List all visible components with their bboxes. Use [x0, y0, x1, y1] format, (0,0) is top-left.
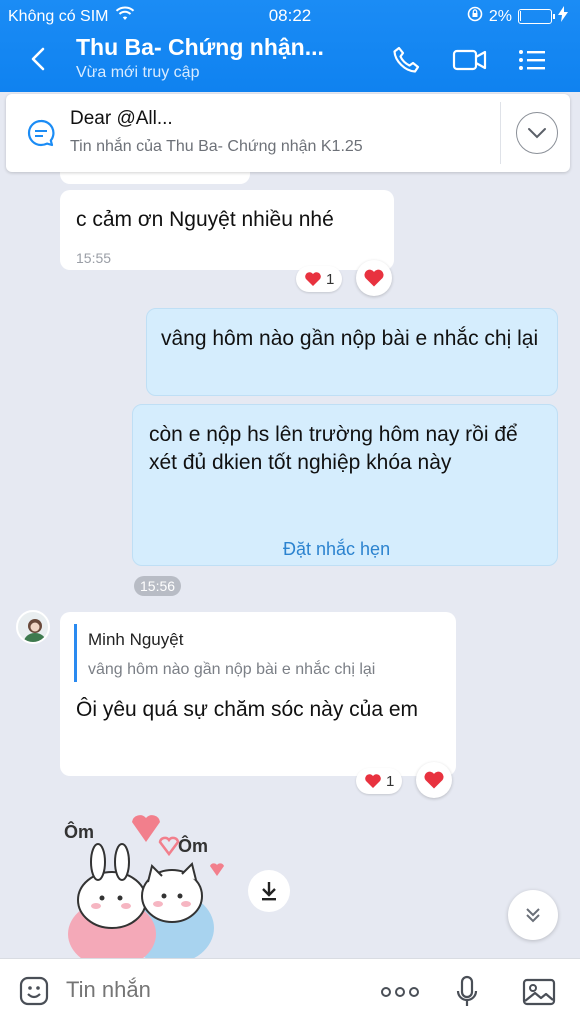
download-icon: [262, 882, 276, 901]
chat-header: Không có SIM 08:22 2% Thu Ba- Chứng nhận…: [0, 0, 580, 92]
video-camera-icon: [452, 49, 487, 71]
sticker-text-right: Ôm: [178, 835, 208, 856]
heart-icon: [305, 272, 321, 286]
call-button[interactable]: [390, 44, 422, 76]
sticker-smiley-icon: [19, 976, 49, 1006]
message-text: vâng hôm nào gần nộp bài e nhắc chị lại: [161, 327, 539, 350]
double-chevron-down-icon: [526, 908, 540, 923]
reaction-count: 1: [326, 270, 335, 288]
heart-icon: [424, 771, 444, 789]
message-text: Ôi yêu quá sự chăm sóc này của em: [76, 698, 419, 721]
battery-level: [520, 11, 521, 21]
message-text: còn e nộp hs lên trường hôm nay rồi để x…: [149, 423, 518, 474]
timestamp-pill: 15:56: [134, 576, 182, 596]
sticker-image[interactable]: Ôm Ôm: [60, 808, 240, 968]
divider: [500, 102, 501, 164]
reaction-summary[interactable]: 1: [356, 768, 403, 794]
status-bar: Không có SIM 08:22 2%: [0, 0, 580, 30]
microphone-icon: [456, 975, 478, 1006]
react-button[interactable]: [416, 762, 452, 798]
emoji-button[interactable]: [18, 975, 50, 1007]
battery-percent: 2%: [488, 7, 512, 25]
scroll-to-bottom-button[interactable]: [508, 890, 558, 940]
message-bubble[interactable]: vâng hôm nào gần nộp bài e nhắc chị lại: [146, 308, 558, 396]
more-options-button[interactable]: [380, 975, 420, 1009]
nav-row: Thu Ba- Chứng nhận... Vừa mới truy cập: [0, 30, 580, 92]
back-button[interactable]: [24, 44, 54, 74]
message-bubble[interactable]: c cảm ơn Nguyệt nhiều nhé 15:55: [60, 190, 394, 270]
message-input[interactable]: [66, 977, 356, 1003]
set-reminder-link[interactable]: Đặt nhắc hẹn: [283, 535, 390, 563]
pinned-title: Dear @All...: [70, 108, 173, 129]
react-button[interactable]: [356, 260, 392, 296]
reaction-count: 1: [386, 772, 395, 790]
expand-pinned-button[interactable]: [516, 112, 558, 154]
quoted-sender: Minh Nguyệt: [88, 630, 184, 649]
chevron-left-icon: [31, 47, 45, 71]
pinned-message-bar[interactable]: Dear @All... Tin nhắn của Thu Ba- Chứng …: [6, 94, 570, 172]
video-call-button[interactable]: [452, 44, 488, 76]
image-icon: [522, 978, 556, 1006]
quote-bar: [74, 624, 77, 682]
chat-title[interactable]: Thu Ba- Chứng nhận...: [76, 34, 324, 61]
quoted-text: vâng hôm nào gần nộp bài e nhắc chị lại: [88, 661, 376, 678]
message-composer: [0, 958, 580, 1024]
chat-status: Vừa mới truy cập: [76, 64, 200, 81]
send-image-button[interactable]: [522, 975, 556, 1009]
heart-icon: [364, 269, 384, 287]
avatar[interactable]: [16, 610, 50, 644]
message-bubble[interactable]: còn e nộp hs lên trường hôm nay rồi để x…: [132, 404, 558, 566]
chevron-down-icon: [528, 128, 546, 139]
message-text: c cảm ơn Nguyệt nhiều nhé: [76, 208, 334, 231]
list-menu-icon: [519, 50, 545, 70]
chat-bubble-icon: [26, 118, 56, 148]
download-sticker-button[interactable]: [248, 870, 290, 912]
phone-icon: [393, 46, 420, 73]
more-dots-icon: [381, 987, 419, 997]
reaction-summary[interactable]: 1: [296, 266, 343, 292]
heart-icon: [365, 774, 381, 788]
charging-icon: [558, 6, 568, 27]
sticker-text-left: Ôm: [64, 821, 94, 842]
menu-button[interactable]: [516, 44, 548, 76]
rotation-lock-icon: [467, 6, 483, 27]
battery-icon: [518, 9, 555, 24]
message-time: 15:55: [76, 250, 112, 266]
message-bubble[interactable]: Minh Nguyệt vâng hôm nào gần nộp bài e n…: [60, 612, 456, 776]
pinned-source: Tin nhắn của Thu Ba- Chứng nhận K1.25: [70, 138, 363, 155]
voice-message-button[interactable]: [450, 975, 484, 1009]
